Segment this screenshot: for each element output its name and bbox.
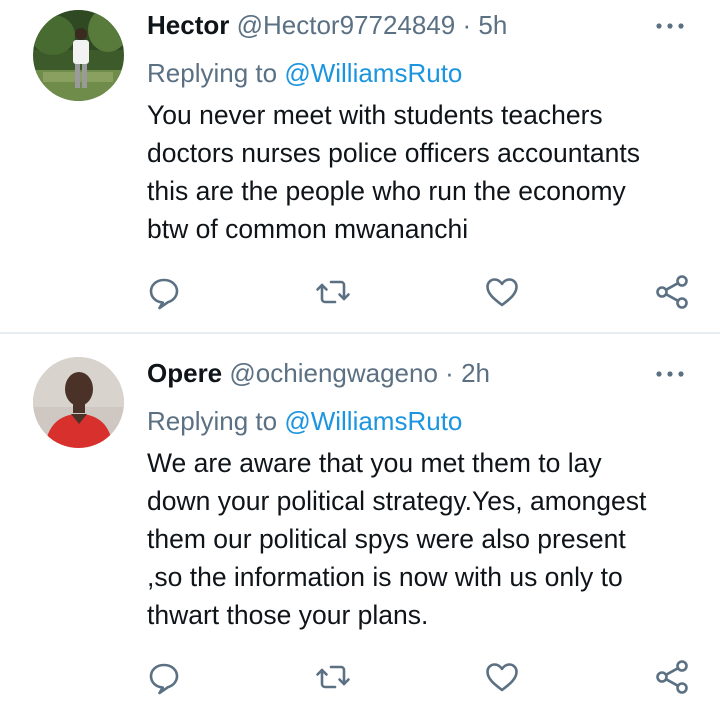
tweet-text-line: them our political spys were also presen… <box>147 524 626 554</box>
tweet-text-line: this are the people who run the economy <box>147 176 626 206</box>
display-name[interactable]: Opere <box>147 358 222 388</box>
tweet-text-line: doctors nurses police officers accountan… <box>147 138 640 168</box>
mention-link[interactable]: @WilliamsRuto <box>284 58 462 88</box>
tweet[interactable]: Hector @Hector97724849 · 5h Replying to … <box>0 0 720 333</box>
tweet-text-line: btw of common mwananchi <box>147 214 469 244</box>
tweet-header: Hector @Hector97724849 · 5h <box>147 9 507 41</box>
separator-dot: · <box>445 358 454 388</box>
tweet-text-line: thwart those your plans. <box>147 600 429 630</box>
tweet-text-line: down your political strategy.Yes, amonge… <box>147 486 647 516</box>
tweet-actions <box>0 657 720 697</box>
retweet-icon[interactable] <box>313 272 353 312</box>
timestamp[interactable]: 2h <box>461 358 490 388</box>
mention-link[interactable]: @WilliamsRuto <box>284 406 462 436</box>
tweet-text-line: We are aware that you met them to lay <box>147 448 602 478</box>
tweet[interactable]: Opere @ochiengwageno · 2h Replying to @W… <box>0 335 720 709</box>
avatar[interactable] <box>33 10 124 101</box>
avatar-image <box>33 10 124 101</box>
more-options-icon[interactable] <box>654 16 686 36</box>
avatar-image <box>33 357 124 448</box>
display-name[interactable]: Hector <box>147 10 229 40</box>
reply-icon[interactable] <box>144 657 184 697</box>
replying-to-label: Replying to <box>147 406 278 436</box>
replying-to-label: Replying to <box>147 58 278 88</box>
tweet-text: You never meet with students teachers do… <box>147 96 707 248</box>
retweet-icon[interactable] <box>313 657 353 697</box>
tweet-header: Opere @ochiengwageno · 2h <box>147 357 490 389</box>
share-icon[interactable] <box>652 657 692 697</box>
tweet-text-line: You never meet with students teachers <box>147 100 603 130</box>
tweet-text: We are aware that you met them to lay do… <box>147 444 707 634</box>
replying-to: Replying to @WilliamsRuto <box>147 57 462 89</box>
reply-icon[interactable] <box>144 272 184 312</box>
tweet-actions <box>0 272 720 312</box>
tweet-text-line: ,so the information is now with us only … <box>147 562 623 592</box>
timestamp[interactable]: 5h <box>478 10 507 40</box>
separator-dot: · <box>462 10 472 40</box>
avatar[interactable] <box>33 357 124 448</box>
user-handle[interactable]: @Hector97724849 <box>237 10 456 40</box>
share-icon[interactable] <box>652 272 692 312</box>
replying-to: Replying to @WilliamsRuto <box>147 405 462 437</box>
user-handle[interactable]: @ochiengwageno <box>229 358 438 388</box>
like-icon[interactable] <box>482 272 522 312</box>
tweet-divider <box>0 332 720 334</box>
more-options-icon[interactable] <box>654 364 686 384</box>
like-icon[interactable] <box>482 657 522 697</box>
